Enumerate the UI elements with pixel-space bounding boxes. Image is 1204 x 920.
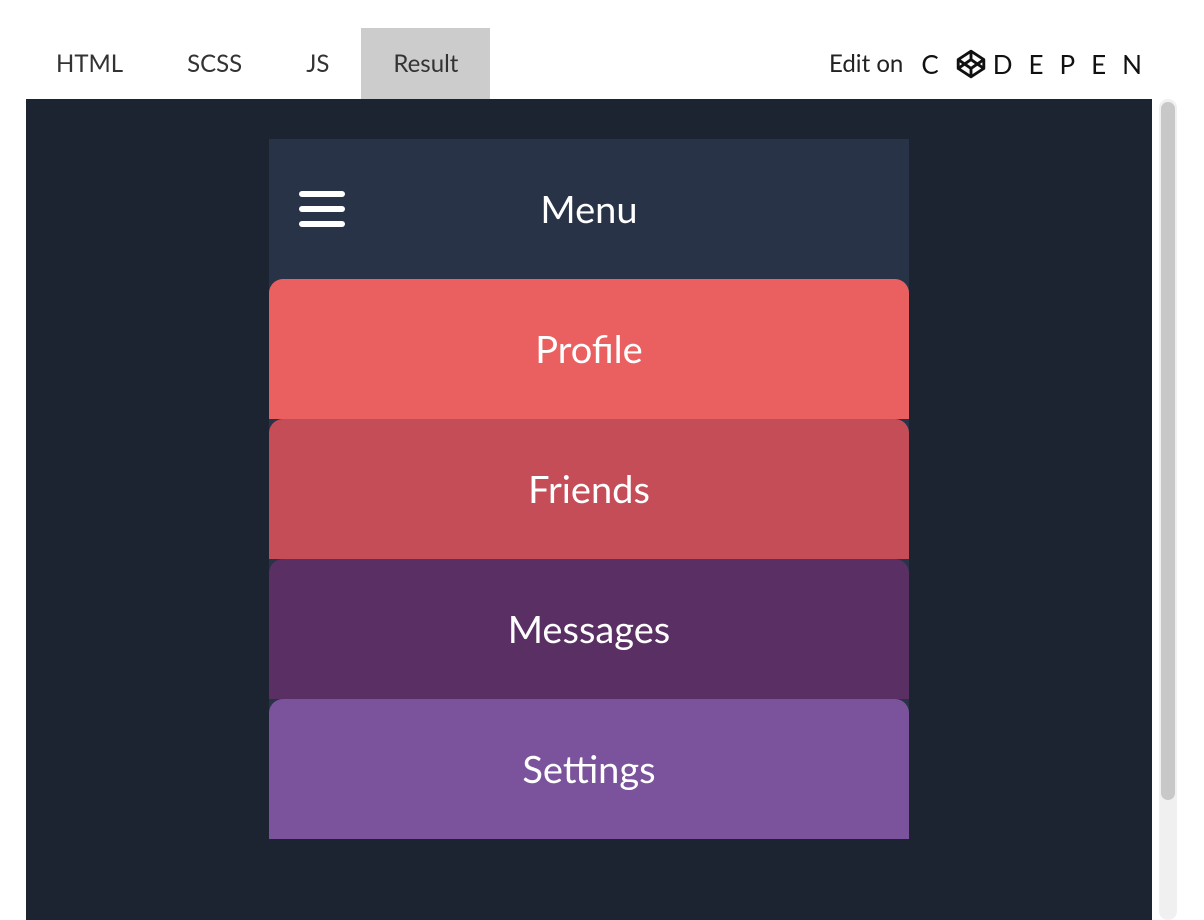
codepen-brand-letter: E <box>1091 48 1116 80</box>
scrollbar-thumb[interactable] <box>1161 102 1175 800</box>
result-area: Menu Profile Friends Messages Settings <box>26 99 1152 920</box>
codepen-brand-letter: C <box>921 48 948 80</box>
menu-item-friends[interactable]: Friends <box>269 419 909 559</box>
menu-title: Menu <box>269 186 909 232</box>
menu-item-profile[interactable]: Profile <box>269 279 909 419</box>
tab-scss[interactable]: SCSS <box>155 28 274 99</box>
menu-item-settings[interactable]: Settings <box>269 699 909 839</box>
codepen-cube-icon <box>955 48 987 80</box>
tab-html[interactable]: HTML <box>24 28 155 99</box>
hamburger-icon[interactable] <box>299 191 345 227</box>
scrollbar-track[interactable] <box>1159 99 1177 920</box>
tab-js[interactable]: JS <box>274 28 361 99</box>
menu-header: Menu <box>269 139 909 279</box>
tab-result[interactable]: Result <box>361 28 490 99</box>
codepen-brand-letter: P <box>1060 48 1086 80</box>
menu-card: Menu Profile Friends Messages Settings <box>269 139 909 839</box>
menu-item-messages[interactable]: Messages <box>269 559 909 699</box>
codepen-brand-letter: D <box>993 48 1023 80</box>
tabs: HTML SCSS JS Result <box>24 28 490 99</box>
codepen-brand-letter: E <box>1028 48 1053 80</box>
topbar: HTML SCSS JS Result Edit on CDEPEN <box>24 28 1180 99</box>
topbar-right: Edit on CDEPEN <box>829 28 1180 99</box>
codepen-brand-letter: N <box>1122 48 1152 80</box>
embed-frame: HTML SCSS JS Result Edit on CDEPEN Menu … <box>24 28 1180 920</box>
codepen-link[interactable]: CDEPEN <box>921 48 1152 80</box>
edit-on-label: Edit on <box>829 49 903 78</box>
